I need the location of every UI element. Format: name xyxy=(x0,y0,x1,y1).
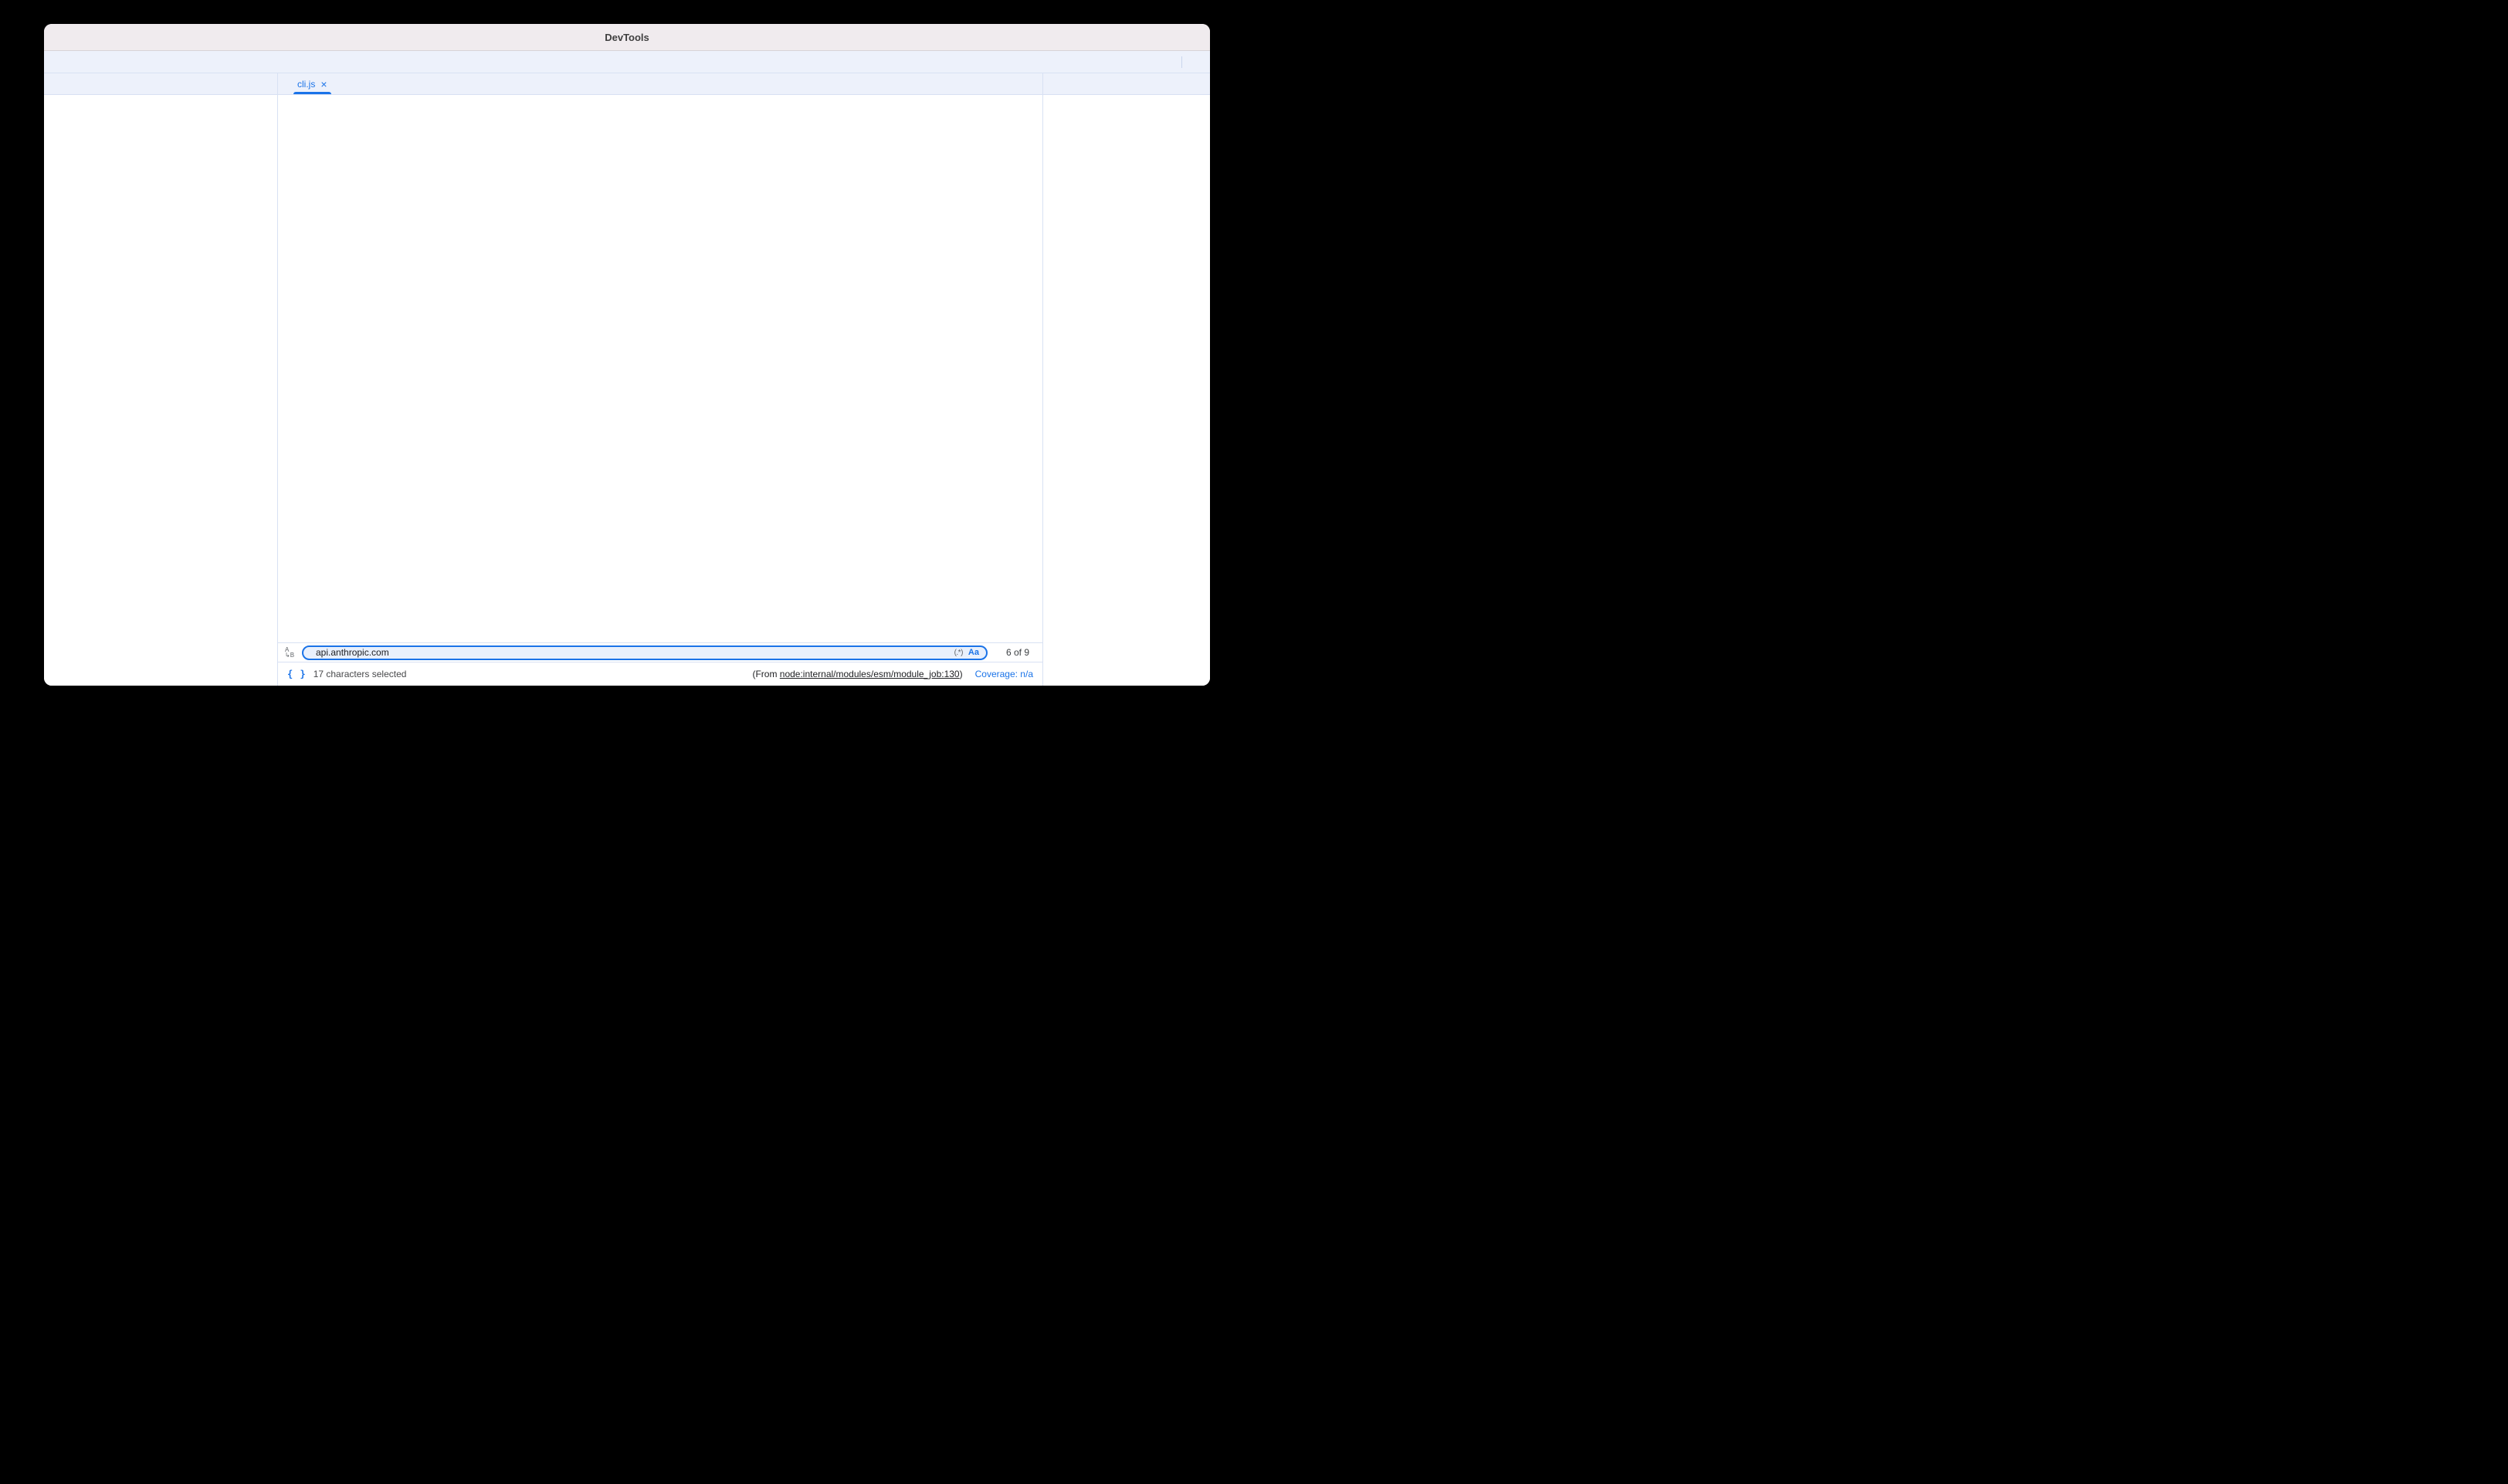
traffic-lights xyxy=(59,24,100,50)
zoom-window-button[interactable] xyxy=(90,32,100,42)
hide-navigator-icon[interactable] xyxy=(283,73,290,94)
main-tabbar xyxy=(44,51,1210,73)
tabbar-right-controls xyxy=(1181,51,1210,73)
close-tab-icon[interactable]: × xyxy=(320,79,327,90)
devtools-window: DevTools cli.js × xyxy=(44,24,1210,686)
match-case-toggle[interactable]: Aa xyxy=(968,648,979,657)
search-query[interactable]: api.anthropic.com xyxy=(316,647,944,658)
window-title: DevTools xyxy=(44,32,1210,43)
source-origin-note: (From node:internal/modules/esm/module_j… xyxy=(752,669,962,679)
pretty-print-toggle[interactable]: { } xyxy=(287,669,307,679)
editor-tabstrip: cli.js × xyxy=(278,73,1043,94)
content-area: A↳B api.anthropic.com (.*) Aa 6 of 9 { } xyxy=(44,95,1210,686)
match-count: 6 of 9 xyxy=(1006,647,1029,658)
editor-column: A↳B api.anthropic.com (.*) Aa 6 of 9 { } xyxy=(278,95,1043,686)
close-window-button[interactable] xyxy=(59,32,69,42)
file-tab-label: cli.js xyxy=(297,79,315,90)
search-bar: A↳B api.anthropic.com (.*) Aa 6 of 9 xyxy=(278,642,1042,662)
status-bar: { } 17 characters selected (From node:in… xyxy=(278,662,1042,686)
minimize-window-button[interactable] xyxy=(75,32,84,42)
coverage-link[interactable]: Coverage: n/a xyxy=(975,669,1033,679)
regex-toggle[interactable]: (.*) xyxy=(954,649,963,657)
search-input[interactable]: api.anthropic.com (.*) Aa xyxy=(302,645,988,660)
find-mode-icon[interactable]: A↳B xyxy=(285,647,296,658)
toolbar-divider xyxy=(1181,56,1182,68)
desktop-background: DevTools cli.js × xyxy=(0,0,1254,742)
navigator-tabbar xyxy=(44,73,278,94)
secondary-toolbar-row: cli.js × xyxy=(44,73,1210,95)
selection-status: 17 characters selected xyxy=(314,669,407,679)
debugger-toolbar xyxy=(1043,73,1210,94)
debugger-pane xyxy=(1043,95,1210,686)
show-debugger-panel-icon[interactable] xyxy=(1032,73,1042,94)
module-job-link[interactable]: node:internal/modules/esm/module_job:130 xyxy=(780,669,960,679)
titlebar: DevTools xyxy=(44,24,1210,51)
code-editor[interactable] xyxy=(278,95,1042,642)
navigator-pane xyxy=(44,95,278,686)
tab-cli-js[interactable]: cli.js × xyxy=(290,73,334,94)
